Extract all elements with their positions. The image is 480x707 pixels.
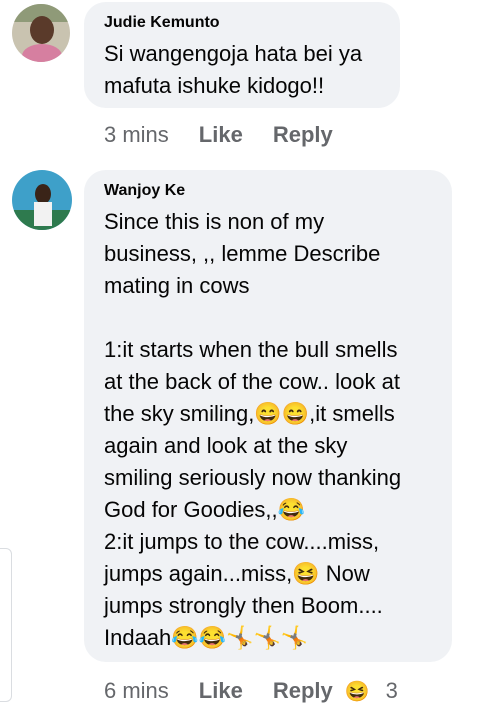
reply-button[interactable]: Reply (273, 122, 333, 148)
reply-button[interactable]: Reply (273, 678, 333, 704)
reaction-count[interactable]: 3 (386, 678, 398, 704)
avatar-wanjoy[interactable] (12, 170, 72, 230)
comment-text: Since this is non of my business, ,, lem… (104, 209, 402, 650)
comment-actions: 6 mins Like Reply 😆 3 (104, 678, 398, 704)
comment-bubble: Wanjoy Ke Since this is non of my busine… (84, 170, 452, 662)
comment-bubble: Judie Kemunto Si wangengoja hata bei ya … (84, 2, 400, 108)
comment-text: Si wangengoja hata bei ya mafuta ishuke … (104, 41, 363, 98)
like-button[interactable]: Like (199, 122, 243, 148)
like-button[interactable]: Like (199, 678, 243, 704)
side-panel-edge (0, 548, 12, 702)
comment-timestamp[interactable]: 6 mins (104, 678, 169, 704)
comment-author[interactable]: Wanjoy Ke (104, 182, 432, 200)
comment-actions: 3 mins Like Reply (104, 122, 363, 148)
comment-timestamp[interactable]: 3 mins (104, 122, 169, 148)
comment-author[interactable]: Judie Kemunto (104, 14, 380, 32)
haha-reaction-icon[interactable]: 😆 (345, 679, 370, 704)
avatar-judie[interactable] (12, 4, 70, 62)
